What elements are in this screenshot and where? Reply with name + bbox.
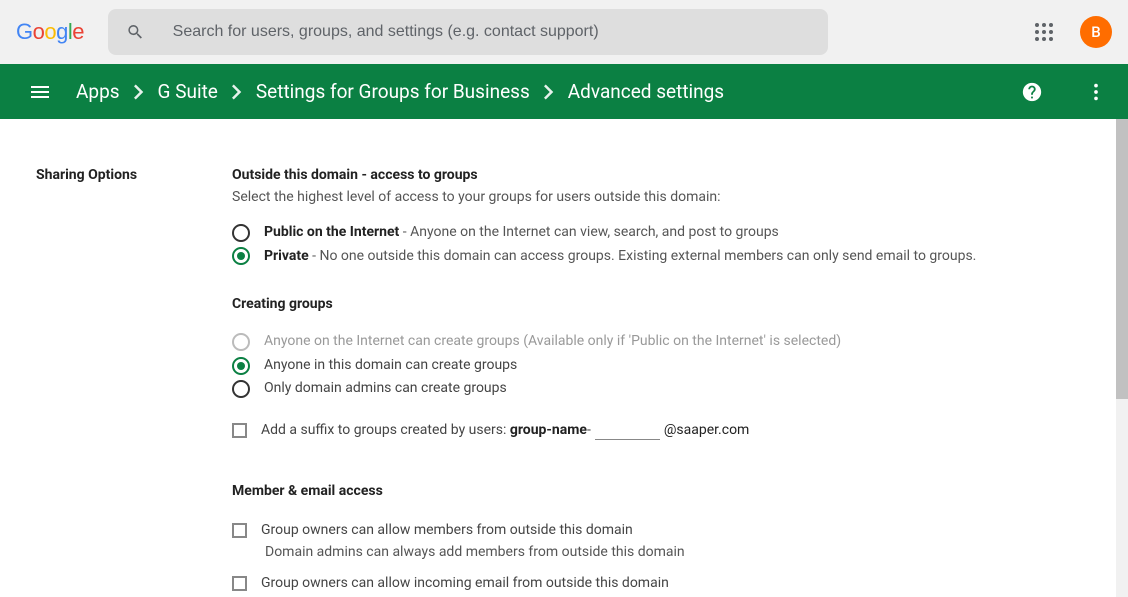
breadcrumb-advanced[interactable]: Advanced settings (568, 80, 724, 103)
option-label: Anyone in this domain can create groups (264, 357, 517, 373)
option-allow-outside-members[interactable]: Group owners can allow members from outs… (232, 521, 1072, 541)
option-public-internet[interactable]: Public on the Internet - Anyone on the I… (232, 223, 1072, 243)
top-header: Google B (0, 0, 1128, 64)
checkbox-allow-outside-members[interactable] (232, 523, 247, 538)
radio-anyone-domain-create[interactable] (232, 357, 250, 375)
breadcrumb: Apps G Suite Settings for Groups for Bus… (76, 80, 724, 103)
option-only-admins-create[interactable]: Only domain admins can create groups (232, 379, 1072, 399)
option-private[interactable]: Private - No one outside this domain can… (232, 247, 1072, 267)
option-note: (Available only if 'Public on the Intern… (520, 333, 841, 349)
breadcrumb-apps[interactable]: Apps (76, 80, 120, 103)
breadcrumb-bar: Apps G Suite Settings for Groups for Bus… (0, 64, 1128, 119)
help-icon[interactable] (1020, 80, 1044, 104)
account-avatar[interactable]: B (1080, 16, 1112, 48)
suffix-input[interactable] (595, 421, 660, 440)
option-label: Group owners can allow members from outs… (261, 522, 633, 538)
radio-public-internet[interactable] (232, 224, 250, 242)
breadcrumb-gsuite[interactable]: G Suite (158, 80, 218, 103)
heading-member-email-access: Member & email access (232, 483, 1072, 499)
search-input[interactable] (173, 23, 810, 41)
checkbox-add-suffix[interactable] (232, 423, 247, 438)
google-logo[interactable]: Google (16, 19, 84, 45)
settings-form: Outside this domain - access to groups S… (232, 167, 1072, 597)
suffix-label: Add a suffix to groups created by users: (261, 422, 510, 438)
content-area: Sharing Options Outside this domain - ac… (0, 119, 1128, 597)
option-desc: - Anyone on the Internet can view, searc… (399, 224, 778, 240)
option-label: Private (264, 248, 309, 264)
radio-private[interactable] (232, 247, 250, 265)
option-label: Group owners can allow incoming email fr… (261, 575, 669, 591)
heading-creating-groups: Creating groups (232, 296, 1072, 312)
apps-launcher-icon[interactable] (1032, 20, 1056, 44)
more-vert-icon[interactable] (1084, 80, 1108, 104)
breadcrumb-settings-groups[interactable]: Settings for Groups for Business (256, 80, 530, 103)
chevron-right-icon (544, 84, 554, 100)
checkbox-allow-outside-email[interactable] (232, 576, 247, 591)
search-bar[interactable] (108, 9, 828, 55)
option-allow-outside-email[interactable]: Group owners can allow incoming email fr… (232, 574, 1072, 594)
section-title-sharing-options: Sharing Options (36, 167, 232, 597)
option-anyone-internet-create: Anyone on the Internet can create groups… (232, 332, 1072, 352)
chevron-right-icon (134, 84, 144, 100)
option-label: Public on the Internet (264, 224, 399, 240)
option-add-suffix[interactable]: Add a suffix to groups created by users:… (232, 421, 1072, 441)
option-anyone-domain-create[interactable]: Anyone in this domain can create groups (232, 356, 1072, 376)
option-desc: - No one outside this domain can access … (309, 248, 977, 264)
option-label: Only domain admins can create groups (264, 380, 507, 396)
subheading-outside-domain: Select the highest level of access to yo… (232, 189, 1072, 205)
heading-outside-domain: Outside this domain - access to groups (232, 167, 1072, 183)
suffix-domain: @saaper.com (664, 422, 750, 438)
radio-anyone-internet-create (232, 333, 250, 351)
option-label: Anyone on the Internet can create groups (264, 333, 520, 349)
scrollbar-thumb[interactable] (1116, 119, 1128, 399)
suffix-groupname: group-name (510, 422, 587, 438)
chevron-right-icon (232, 84, 242, 100)
radio-only-admins-create[interactable] (232, 380, 250, 398)
search-icon (126, 22, 145, 42)
menu-icon[interactable] (28, 80, 52, 104)
option-sub-note: Domain admins can always add members fro… (265, 544, 1072, 560)
